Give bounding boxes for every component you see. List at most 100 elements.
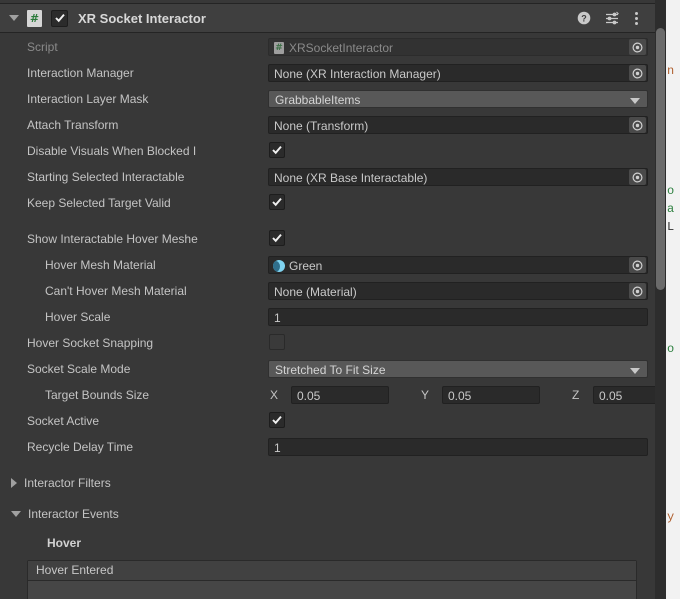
property-row: Starting Selected Interactable None (XR B…: [0, 166, 655, 188]
help-icon[interactable]: ?: [577, 11, 591, 25]
more-menu-icon[interactable]: [634, 11, 639, 26]
component-enabled-checkbox[interactable]: [51, 9, 68, 27]
property-label: Disable Visuals When Blocked I: [27, 144, 197, 158]
inspector-panel: # XR Socket Interactor ? Script # XRSock…: [0, 0, 660, 599]
property-row: Show Interactable Hover Meshe: [0, 228, 655, 250]
property-label: Script: [27, 40, 58, 54]
vector-axis-label-y: Y: [421, 388, 430, 402]
property-label: Keep Selected Target Valid: [27, 196, 171, 210]
object-picker-button[interactable]: [629, 39, 646, 55]
object-picker-icon: [632, 41, 643, 53]
chevron-down-icon[interactable]: [11, 511, 21, 517]
checkbox[interactable]: [269, 230, 285, 246]
object-field[interactable]: # XRSocketInteractor: [268, 38, 648, 56]
checkmark-icon: [272, 197, 282, 207]
field-value: 0.05: [599, 389, 623, 403]
unity-event-box: Hover Entered: [27, 560, 637, 599]
dropdown-value: GrabbableItems: [275, 93, 361, 107]
checkbox[interactable]: [269, 194, 285, 210]
property-label: Attach Transform: [27, 118, 119, 132]
code-editor-pane: noaLoy: [666, 0, 680, 599]
property-row: Hover Socket Snapping: [0, 332, 655, 354]
vector-axis-field-z[interactable]: 0.05: [593, 386, 660, 404]
field-value: None (Transform): [274, 119, 369, 133]
checkbox[interactable]: [269, 142, 285, 158]
dropdown-value: Stretched To Fit Size: [275, 363, 386, 377]
svg-text:?: ?: [581, 13, 587, 23]
checkmark-icon: [272, 233, 282, 243]
code-line-fragment: o: [667, 184, 675, 198]
event-group-label: Hover: [47, 536, 82, 550]
object-picker-icon: [632, 285, 643, 297]
checkbox[interactable]: [269, 412, 285, 428]
property-row: Interaction Layer Mask GrabbableItems: [0, 88, 655, 110]
inspector-scrollbar[interactable]: [655, 0, 666, 599]
component-header[interactable]: # XR Socket Interactor ?: [0, 3, 655, 33]
object-field[interactable]: None (XR Base Interactable): [268, 168, 648, 186]
object-picker-button[interactable]: [629, 169, 646, 185]
property-row: Hover Scale 1: [0, 306, 655, 328]
object-field[interactable]: None (Transform): [268, 116, 648, 134]
field-value: None (XR Base Interactable): [274, 171, 428, 185]
checkmark-icon: [54, 13, 65, 23]
property-label: Hover Socket Snapping: [27, 336, 154, 350]
object-field[interactable]: None (XR Interaction Manager): [268, 64, 648, 82]
property-label: Hover Mesh Material: [45, 258, 156, 272]
field-value: 1: [274, 311, 281, 325]
property-row: Keep Selected Target Valid: [0, 192, 655, 214]
preset-icon[interactable]: [605, 11, 620, 25]
object-picker-icon: [632, 67, 643, 79]
checkmark-icon: [272, 415, 282, 425]
checkmark-icon: [272, 145, 282, 155]
dropdown-field[interactable]: GrabbableItems: [268, 90, 648, 108]
field-value: 0.05: [448, 389, 472, 403]
object-picker-icon: [632, 171, 643, 183]
object-picker-icon: [632, 259, 643, 271]
object-picker-button[interactable]: [629, 257, 646, 273]
component-title: XR Socket Interactor: [78, 10, 206, 26]
code-line-fragment: o: [667, 342, 675, 356]
header-icon-group: ?: [577, 11, 655, 26]
field-value: Green: [289, 259, 323, 273]
property-row: Can't Hover Mesh Material None (Material): [0, 280, 655, 302]
property-label: Socket Scale Mode: [27, 362, 131, 376]
object-picker-button[interactable]: [629, 283, 646, 299]
dropdown-field[interactable]: Stretched To Fit Size: [268, 360, 648, 378]
chevron-down-icon: [630, 98, 640, 104]
chevron-right-icon[interactable]: [11, 478, 17, 488]
chevron-down-icon: [630, 368, 640, 374]
object-picker-button[interactable]: [629, 117, 646, 133]
text-field[interactable]: 1: [268, 308, 648, 326]
script-icon: #: [27, 9, 42, 27]
scrollbar-thumb[interactable]: [656, 28, 665, 290]
property-label: Can't Hover Mesh Material: [45, 284, 187, 298]
field-value: 1: [274, 441, 281, 455]
field-value: None (Material): [274, 285, 357, 299]
object-picker-button[interactable]: [629, 65, 646, 81]
property-row: Script # XRSocketInteractor: [0, 36, 655, 58]
component-foldout-arrow[interactable]: [9, 15, 19, 21]
property-row: Socket Active: [0, 410, 655, 432]
property-row: Socket Scale Mode Stretched To Fit Size: [0, 358, 655, 380]
section-foldout-interactor-events[interactable]: Interactor Events: [0, 503, 655, 525]
vector-axis-label-z: Z: [572, 388, 580, 402]
text-field[interactable]: 1: [268, 438, 648, 456]
object-field[interactable]: None (Material): [268, 282, 648, 300]
checkbox[interactable]: [269, 334, 285, 350]
property-label: Starting Selected Interactable: [27, 170, 185, 184]
vector-axis-field-y[interactable]: 0.05: [442, 386, 540, 404]
event-callback-list[interactable]: [28, 581, 636, 599]
code-line-fragment: L: [667, 220, 675, 234]
field-value: None (XR Interaction Manager): [274, 67, 441, 81]
property-row: Disable Visuals When Blocked I: [0, 140, 655, 162]
property-row: Recycle Delay Time 1: [0, 436, 655, 458]
property-label: Interaction Manager: [27, 66, 134, 80]
vector-axis-field-x[interactable]: 0.05: [291, 386, 389, 404]
property-row: Target Bounds Size X 0.05 Y 0.05 Z 0.05: [0, 384, 660, 406]
property-label: Hover Scale: [45, 310, 111, 324]
section-foldout-interactor-filters[interactable]: Interactor Filters: [0, 472, 655, 494]
property-row: Hover Mesh Material Green: [0, 254, 655, 276]
object-field[interactable]: Green: [268, 256, 648, 274]
code-line-fragment: y: [667, 510, 675, 524]
property-label: Target Bounds Size: [45, 388, 150, 402]
